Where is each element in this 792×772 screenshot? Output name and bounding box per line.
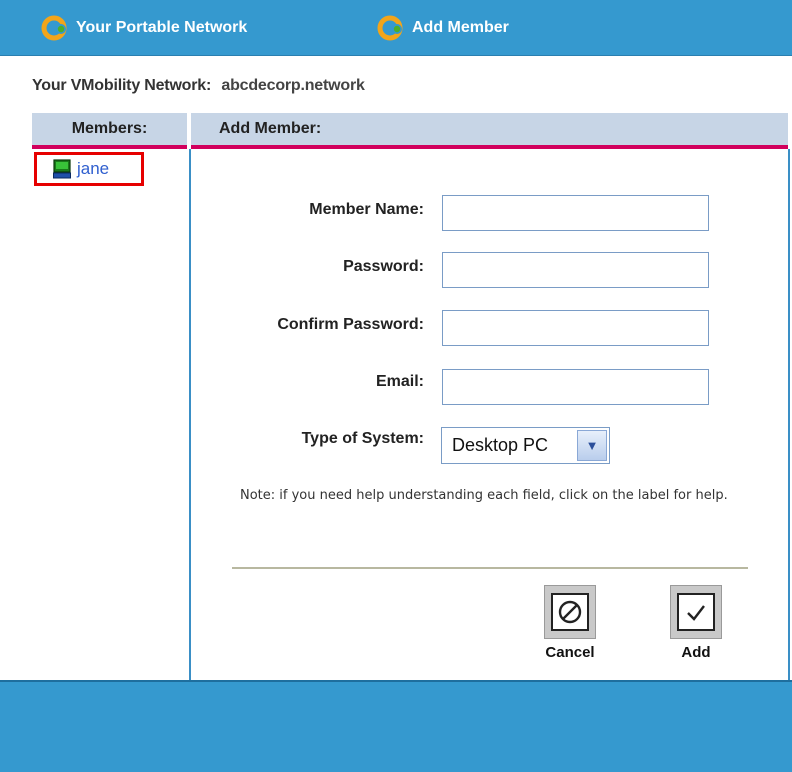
network-label: Your VMobility Network: — [32, 77, 212, 94]
chevron-down-icon[interactable]: ▼ — [577, 430, 607, 461]
top-navigation-bar: Your Portable Network Add Member — [0, 0, 792, 56]
system-type-select[interactable]: Desktop PC ▼ — [441, 427, 610, 464]
add-member-nav-link[interactable]: Add Member — [376, 14, 509, 42]
bottom-bar — [0, 680, 792, 772]
members-header-label: Members: — [71, 120, 148, 137]
desktop-pc-icon — [53, 159, 71, 179]
add-member-nav-label: Add Member — [412, 19, 509, 36]
system-type-label[interactable]: Type of System: — [302, 430, 424, 448]
portable-network-link[interactable]: Your Portable Network — [40, 14, 247, 42]
members-header: Members: — [32, 113, 187, 149]
add-button[interactable]: Add — [656, 585, 736, 661]
help-note: Note: if you need help understanding eac… — [240, 488, 728, 503]
network-info: Your VMobility Network: abcdecorp.networ… — [32, 77, 365, 95]
password-input[interactable] — [442, 252, 709, 288]
refresh-ring-icon — [41, 15, 67, 41]
password-label[interactable]: Password: — [343, 258, 424, 276]
confirm-password-label[interactable]: Confirm Password: — [277, 316, 424, 334]
system-type-value: Desktop PC — [452, 435, 549, 455]
confirm-password-input[interactable] — [442, 310, 709, 346]
member-name: jane — [77, 159, 110, 178]
add-member-header: Add Member: — [191, 113, 788, 149]
cancel-icon — [551, 593, 589, 631]
network-value: abcdecorp.network — [221, 77, 365, 94]
cancel-button-label: Cancel — [545, 644, 595, 661]
member-item-jane[interactable]: jane — [34, 152, 144, 186]
add-button-label: Add — [681, 644, 711, 661]
portable-network-label: Your Portable Network — [76, 19, 248, 36]
form-divider — [232, 567, 748, 569]
cancel-button[interactable]: Cancel — [530, 585, 610, 661]
member-name-label[interactable]: Member Name: — [309, 201, 424, 219]
cancel-button-frame[interactable] — [544, 585, 596, 639]
checkmark-icon — [677, 593, 715, 631]
email-input[interactable] — [442, 369, 709, 405]
add-button-frame[interactable] — [670, 585, 722, 639]
refresh-ring-icon — [377, 15, 403, 41]
member-name-input[interactable] — [442, 195, 709, 231]
email-label[interactable]: Email: — [376, 373, 424, 391]
add-member-header-label: Add Member: — [219, 120, 322, 137]
